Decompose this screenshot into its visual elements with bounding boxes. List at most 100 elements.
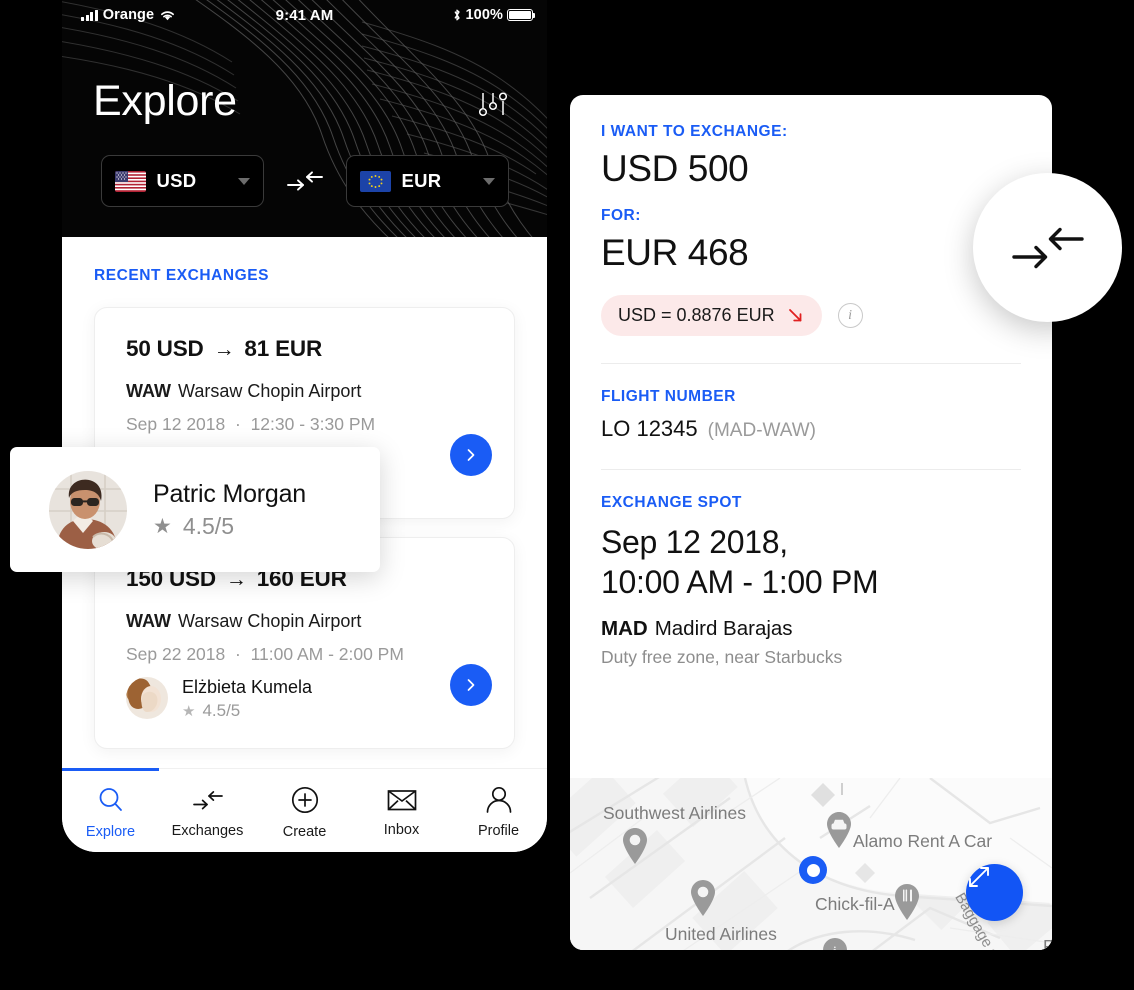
swap-currencies-button[interactable] — [973, 173, 1122, 322]
rate-text: USD = 0.8876 EUR — [618, 305, 775, 325]
for-amount-value: EUR 468 — [601, 232, 749, 273]
airport-code: WAW — [126, 381, 171, 401]
currency-selector-row: USD EUR — [62, 155, 547, 207]
exchange-amount-value: USD 500 — [601, 148, 749, 189]
section-title: RECENT EXCHANGES — [94, 267, 270, 284]
map-label: McDonald's — [670, 949, 761, 950]
user-info: Elżbieta Kumela ★ 4.5/5 — [182, 676, 312, 721]
user-profile-popup[interactable]: Patric Morgan ★ 4.5/5 — [10, 447, 380, 572]
battery-icon — [507, 9, 536, 21]
phone-header: Orange 9:41 AM 100% Explore USD EUR — [62, 0, 547, 240]
flight-code: LO 12345 — [601, 416, 698, 441]
map-pin[interactable] — [620, 826, 650, 866]
exchange-airport: WAW Warsaw Chopin Airport — [126, 611, 361, 632]
exchange-detail-button[interactable] — [450, 434, 492, 476]
amount-to: 81 EUR — [244, 336, 322, 361]
detail-content: I WANT TO EXCHANGE: USD 500 FOR: EUR 468… — [570, 95, 1052, 668]
bluetooth-icon — [453, 9, 460, 21]
user-name: Elżbieta Kumela — [182, 677, 313, 697]
tab-exchanges[interactable]: Exchanges — [159, 769, 256, 852]
swap-arrows-icon[interactable] — [286, 167, 324, 195]
avatar — [49, 470, 127, 549]
star-icon: ★ — [182, 702, 196, 720]
tab-label: Inbox — [383, 822, 420, 838]
for-label: FOR: — [601, 207, 641, 224]
amount-from: 50 USD — [126, 336, 204, 361]
currency-to-select[interactable]: EUR — [345, 155, 509, 207]
user-name: Patric Morgan — [153, 479, 307, 508]
exchange-rate-badge: USD = 0.8876 EUR — [601, 295, 822, 336]
exchange-airport: WAW Warsaw Chopin Airport — [126, 381, 361, 402]
map-label: Southwest Airlines — [603, 803, 746, 823]
chevron-down-icon — [482, 177, 495, 185]
user-rating: ★ 4.5/5 — [153, 513, 306, 540]
plus-circle-icon — [291, 786, 318, 814]
map-expand-button[interactable] — [966, 864, 1023, 921]
rate-row: USD = 0.8876 EUR i — [601, 295, 1021, 336]
exchange-time: 11:00 AM - 2:00 PM — [250, 644, 404, 664]
dot-separator: · — [235, 644, 241, 664]
spot-airport-name: Madird Barajas — [654, 617, 793, 641]
status-bar: Orange 9:41 AM 100% — [62, 0, 547, 30]
status-right: 100% — [452, 7, 536, 23]
exchange-user: Elżbieta Kumela ★ 4.5/5 — [126, 676, 312, 721]
exchange-spot-label: EXCHANGE SPOT — [601, 494, 742, 511]
user-rating: ★ 4.5/5 — [182, 701, 312, 721]
info-icon[interactable]: i — [837, 303, 863, 328]
currency-from-code: USD — [156, 170, 197, 191]
tab-label: Create — [282, 824, 327, 840]
currency-from-select[interactable]: USD — [100, 155, 264, 207]
avatar — [126, 677, 168, 720]
rating-value: 4.5/5 — [202, 700, 241, 720]
currency-to-code: EUR — [401, 170, 442, 191]
battery-percent: 100% — [465, 7, 503, 23]
spot-note: Duty free zone, near Starbucks — [601, 647, 843, 668]
exchange-label: I WANT TO EXCHANGE: — [601, 123, 788, 140]
expand-arrows-icon — [969, 867, 989, 887]
person-icon — [486, 786, 511, 813]
tab-create[interactable]: Create — [256, 769, 353, 852]
svg-text:i: i — [833, 944, 837, 950]
exchange-spot-section: EXCHANGE SPOT Sep 12 2018, 10:00 AM - 1:… — [601, 494, 1021, 668]
exchange-datetime: Sep 22 2018 · 11:00 AM - 2:00 PM — [126, 644, 404, 665]
airport-name: Warsaw Chopin Airport — [178, 381, 362, 401]
airport-name: Warsaw Chopin Airport — [178, 611, 362, 631]
spot-airport: MAD Madird Barajas — [601, 617, 1021, 641]
flight-number-label: FLIGHT NUMBER — [601, 388, 736, 405]
current-location-dot — [799, 856, 827, 884]
exchange-amount: 50 USD → 81 EUR — [126, 336, 322, 362]
phone-mockup: Orange 9:41 AM 100% Explore USD EUR RECE… — [62, 0, 547, 852]
flight-route: (MAD-WAW) — [707, 420, 816, 441]
arrow-right-icon: → — [213, 338, 235, 361]
map-view[interactable]: Southwest Airlines Alamo Rent A Car Chic… — [570, 778, 1052, 950]
map-pin-car[interactable] — [824, 810, 854, 850]
us-flag-icon — [114, 170, 146, 192]
swap-arrows-icon — [1011, 227, 1084, 268]
exchange-detail-button[interactable] — [450, 664, 492, 706]
exchange-datetime: Sep 12 2018 · 12:30 - 3:30 PM — [126, 414, 375, 435]
filter-sliders-icon[interactable] — [477, 88, 511, 122]
tab-explore[interactable]: Explore — [62, 768, 159, 852]
envelope-icon — [387, 790, 416, 811]
tab-label: Explore — [85, 824, 136, 840]
tab-inbox[interactable]: Inbox — [353, 769, 450, 852]
eu-flag-icon — [359, 170, 391, 192]
bottom-navigation: Explore Exchanges Create Inbox Profile — [62, 768, 547, 852]
tab-profile[interactable]: Profile — [450, 769, 547, 852]
star-icon: ★ — [153, 514, 172, 538]
map-pin[interactable] — [688, 878, 718, 918]
map-label: P — [1043, 936, 1052, 950]
map-pin-restaurant[interactable] — [892, 882, 922, 922]
map-label: Chick-fil-A — [815, 894, 895, 914]
chevron-right-icon — [467, 679, 475, 691]
tab-label: Profile — [477, 823, 520, 839]
airport-code: WAW — [126, 611, 171, 631]
flight-section: FLIGHT NUMBER LO 12345 (MAD-WAW) — [601, 388, 1021, 442]
swap-arrows-icon — [192, 791, 223, 810]
user-info: Patric Morgan ★ 4.5/5 — [153, 480, 306, 540]
map-pin-info[interactable]: i — [820, 936, 850, 950]
spot-time: 10:00 AM - 1:00 PM — [601, 563, 879, 600]
arrow-down-right-icon — [788, 309, 801, 322]
spot-airport-code: MAD — [601, 617, 648, 641]
divider — [601, 469, 1021, 470]
